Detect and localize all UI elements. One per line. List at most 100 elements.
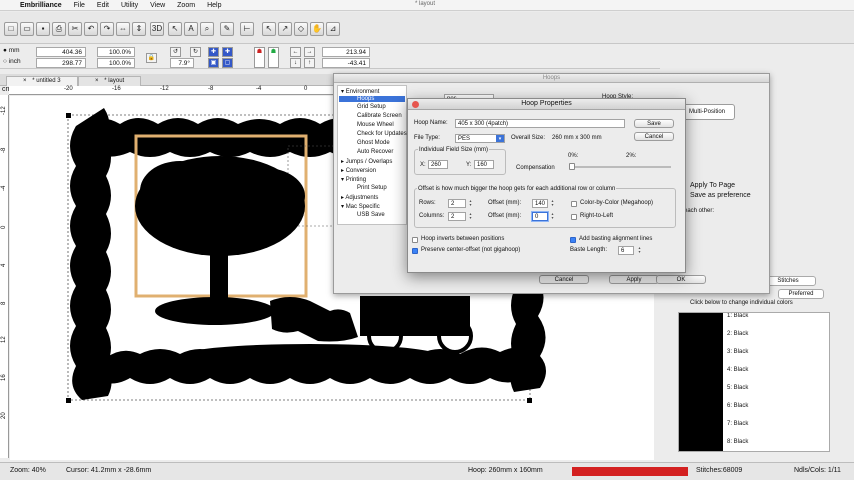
tree-ghost-mode[interactable]: Ghost Mode xyxy=(357,140,390,146)
field-x-input[interactable]: 260 xyxy=(428,160,448,169)
height-pct-field[interactable]: 100.0% xyxy=(97,58,135,68)
tree-printing[interactable]: ▾ Printing xyxy=(341,176,366,183)
save-button[interactable]: Save xyxy=(634,119,674,128)
preserve-center-checkbox[interactable] xyxy=(412,248,418,254)
arrow-up-icon[interactable]: ↑ xyxy=(304,58,315,68)
menu-utility[interactable]: Utility xyxy=(121,2,138,9)
group-icon[interactable]: ▣ xyxy=(208,58,219,68)
color-item[interactable]: 2: Black xyxy=(727,331,748,337)
align-icon[interactable]: ⊢ xyxy=(240,22,254,36)
print-icon[interactable]: ⎙ xyxy=(52,22,66,36)
env-cancel-button[interactable]: Cancel xyxy=(539,275,589,284)
undo-icon[interactable]: ↶ xyxy=(84,22,98,36)
menu-view[interactable]: View xyxy=(150,2,165,9)
color-item[interactable]: 1: Black xyxy=(727,313,748,319)
center-h-icon[interactable]: ✚ xyxy=(208,47,219,57)
color-list[interactable]: 1: Black 2: Black 3: Black 4: Black 5: B… xyxy=(678,312,830,452)
color-item[interactable]: 7: Black xyxy=(727,421,748,427)
offset-rows-stepper[interactable]: ▴ ▾ xyxy=(550,199,555,208)
env-ok-button[interactable]: OK xyxy=(656,275,706,284)
tree-auto-recover[interactable]: Auto Recover xyxy=(357,149,393,155)
rotate-left-icon[interactable]: ↺ xyxy=(170,47,181,57)
text-tool-icon[interactable]: A xyxy=(184,22,198,36)
unit-mm-radio[interactable]: ● mm xyxy=(3,47,20,54)
tree-calibrate[interactable]: Calibrate Screen xyxy=(357,113,402,119)
angle-field[interactable]: 7.9° xyxy=(170,58,194,68)
tree-grid-setup[interactable]: Grid Setup xyxy=(357,104,386,110)
right-to-left-checkbox[interactable] xyxy=(571,214,577,220)
tab-layout[interactable]: × * layout xyxy=(78,76,142,86)
compensation-slider-track[interactable] xyxy=(571,166,671,168)
hoop-green-icon[interactable]: ☗ xyxy=(268,47,279,68)
tree-mouse-wheel[interactable]: Mouse Wheel xyxy=(357,122,394,128)
columns-input[interactable]: 2 xyxy=(448,212,466,221)
width-pct-field[interactable]: 100.0% xyxy=(97,47,135,57)
y-position-field[interactable]: 298.77 xyxy=(36,58,86,68)
cancel-button[interactable]: Cancel xyxy=(634,132,674,141)
tab-untitled-3[interactable]: × * untitled 3 xyxy=(6,76,78,86)
pen-icon[interactable]: ✎ xyxy=(220,22,234,36)
select-icon[interactable]: ↖ xyxy=(168,22,182,36)
tree-environment[interactable]: ▾ Environment xyxy=(341,88,379,95)
x-position-field[interactable]: 404.36 xyxy=(36,47,86,57)
offset-cols-stepper[interactable]: ▴ ▾ xyxy=(550,212,555,221)
redo-icon[interactable]: ↷ xyxy=(100,22,114,36)
field-y-input[interactable]: 160 xyxy=(474,160,494,169)
close-icon[interactable]: × xyxy=(95,78,99,84)
menu-file[interactable]: File xyxy=(74,2,85,9)
hoop-name-input[interactable]: 405 x 300 (4patch) xyxy=(455,119,625,128)
mirror-icon[interactable]: ⇔ xyxy=(116,22,130,36)
color-by-color-checkbox[interactable] xyxy=(571,201,577,207)
compensation-slider-handle[interactable] xyxy=(569,163,575,170)
baste-length-stepper[interactable]: ▴ ▾ xyxy=(637,246,642,255)
cut-icon[interactable]: ✂ xyxy=(68,22,82,36)
app-menu[interactable]: Embrilliance xyxy=(20,2,62,9)
open-file-icon[interactable]: ▭ xyxy=(20,22,34,36)
pointer-icon[interactable]: ↖ xyxy=(262,22,276,36)
rows-stepper[interactable]: ▴ ▾ xyxy=(468,199,473,208)
multi-position-button[interactable]: Multi-Position xyxy=(679,104,735,120)
measure-icon[interactable]: ⊿ xyxy=(326,22,340,36)
tree-print-setup[interactable]: Print Setup xyxy=(357,185,387,191)
tree-conversion[interactable]: ▸ Conversion xyxy=(341,167,376,174)
color-item[interactable]: 4: Black xyxy=(727,367,748,373)
baste-length-input[interactable]: 6 xyxy=(618,246,634,255)
hoop-red-icon[interactable]: ☗ xyxy=(254,47,265,68)
tree-hoops[interactable]: Hoops xyxy=(339,96,405,102)
hoop-inverts-checkbox[interactable] xyxy=(412,237,418,243)
arrow-left-icon[interactable]: ← xyxy=(290,47,301,57)
width-field[interactable]: 213.94 xyxy=(322,47,370,57)
tree-mac-specific[interactable]: ▾ Mac Specific xyxy=(341,203,380,210)
menu-help[interactable]: Help xyxy=(207,2,221,9)
arrow-down-icon[interactable]: ↓ xyxy=(290,58,301,68)
save-icon[interactable]: ▪ xyxy=(36,22,50,36)
arrow-right-icon[interactable]: → xyxy=(304,47,315,57)
menu-zoom[interactable]: Zoom xyxy=(177,2,195,9)
offset-cols-input[interactable]: 0 xyxy=(532,212,548,221)
zoom-icon[interactable]: ⌕ xyxy=(200,22,214,36)
3d-view-icon[interactable]: 3D xyxy=(150,22,164,36)
unit-inch-radio[interactable]: ○ inch xyxy=(3,58,21,65)
offset-rows-input[interactable]: 140 xyxy=(532,199,548,208)
color-item[interactable]: 3: Black xyxy=(727,349,748,355)
center-v-icon[interactable]: ✚ xyxy=(222,47,233,57)
node-icon[interactable]: ◇ xyxy=(294,22,308,36)
columns-stepper[interactable]: ▴ ▾ xyxy=(468,212,473,221)
color-item[interactable]: 5: Black xyxy=(727,385,748,391)
add-basting-checkbox[interactable] xyxy=(570,237,576,243)
tree-usb-save[interactable]: USB Save xyxy=(357,212,385,218)
settings-tree[interactable]: ▾ Environment Hoops Grid Setup Calibrate… xyxy=(337,85,407,225)
env-apply-button[interactable]: Apply xyxy=(609,275,659,284)
new-file-icon[interactable]: □ xyxy=(4,22,18,36)
rows-input[interactable]: 2 xyxy=(448,199,466,208)
lock-icon[interactable]: 🔒 xyxy=(146,53,157,63)
color-item[interactable]: 8: Black xyxy=(727,439,748,445)
flip-icon[interactable]: ⇕ xyxy=(132,22,146,36)
tree-check-updates[interactable]: Check for Updates xyxy=(357,131,407,137)
tree-jumps[interactable]: ▸ Jumps / Overlaps xyxy=(341,158,392,165)
close-button[interactable] xyxy=(412,101,419,108)
tree-adjustments[interactable]: ▸ Adjustments xyxy=(341,194,378,201)
ungroup-icon[interactable]: ▢ xyxy=(222,58,233,68)
menu-edit[interactable]: Edit xyxy=(97,2,109,9)
hand-icon[interactable]: ✋ xyxy=(310,22,324,36)
